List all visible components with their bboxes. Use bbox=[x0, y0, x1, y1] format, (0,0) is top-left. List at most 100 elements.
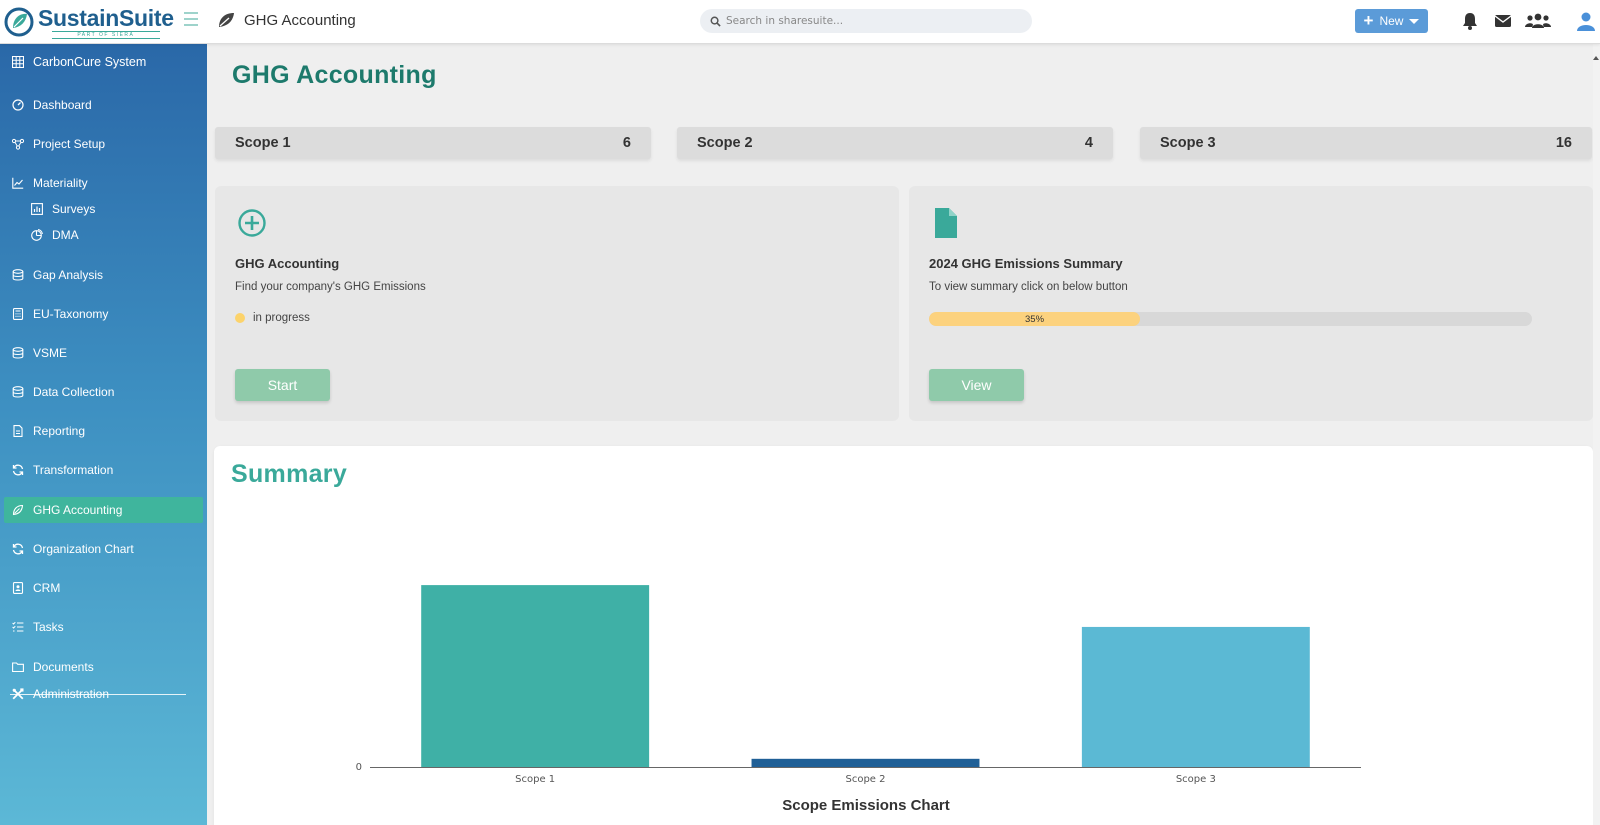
caret-down-icon bbox=[1409, 18, 1420, 24]
database-icon bbox=[12, 347, 24, 359]
sidebar-item-label: DMA bbox=[52, 228, 79, 242]
folder-icon bbox=[12, 661, 24, 673]
sidebar: CarbonCure System Dashboard Project Setu… bbox=[0, 44, 207, 825]
grid-icon bbox=[11, 55, 25, 69]
sidebar-item-label: Reporting bbox=[33, 424, 86, 438]
scope-label: Scope 3 bbox=[1160, 135, 1216, 151]
sidebar-item-carboncure-system[interactable]: CarbonCure System bbox=[0, 49, 207, 75]
sidebar-item-documents[interactable]: Documents bbox=[0, 654, 207, 680]
sidebar-item-administration[interactable]: Administration bbox=[0, 681, 207, 707]
sidebar-item-label: CarbonCure System bbox=[33, 55, 147, 69]
sidebar-item-surveys[interactable]: Surveys bbox=[0, 196, 207, 222]
scope-label: Scope 1 bbox=[235, 135, 291, 151]
gauge-icon bbox=[12, 99, 24, 111]
poll-icon bbox=[31, 203, 43, 215]
page-breadcrumb: GHG Accounting bbox=[216, 10, 356, 30]
sidebar-item-label: GHG Accounting bbox=[33, 503, 123, 517]
contact-icon bbox=[12, 582, 24, 594]
sidebar-item-data-collection[interactable]: Data Collection bbox=[0, 379, 207, 405]
sidebar-item-transformation[interactable]: Transformation bbox=[0, 457, 207, 483]
plus-circle-icon bbox=[238, 209, 266, 237]
sidebar-item-eu-taxonomy[interactable]: EU-Taxonomy bbox=[0, 301, 207, 327]
sidebar-item-materiality[interactable]: Materiality bbox=[0, 170, 207, 196]
panel-description: To view summary click on below button bbox=[929, 281, 1128, 293]
progress-bar: 35% bbox=[929, 312, 1532, 326]
plus-icon: + bbox=[1363, 11, 1374, 30]
sidebar-item-label: Data Collection bbox=[33, 385, 115, 399]
sidebar-item-organization-chart[interactable]: Organization Chart bbox=[0, 536, 207, 562]
status-text: in progress bbox=[253, 312, 310, 324]
brand-name: SustainSuite bbox=[38, 5, 174, 31]
scroll-up-icon[interactable] bbox=[1593, 56, 1599, 60]
summary-panel: Summary Scope 1 Scope 2 Scope 3 0 Scope Emis… bbox=[214, 446, 1593, 825]
leaf-icon bbox=[12, 504, 24, 516]
x-tick-label: Scope 3 bbox=[1176, 774, 1216, 785]
tools-icon bbox=[12, 688, 24, 700]
sidebar-item-project-setup[interactable]: Project Setup bbox=[0, 131, 207, 157]
brand-logo[interactable]: SustainSuite PART OF SIERA bbox=[4, 2, 176, 42]
sidebar-item-reporting[interactable]: Reporting bbox=[0, 418, 207, 444]
sidebar-item-label: Gap Analysis bbox=[33, 268, 104, 282]
scrollbar[interactable] bbox=[1593, 44, 1600, 825]
panel-description: Find your company's GHG Emissions bbox=[235, 281, 426, 293]
file-icon bbox=[12, 425, 24, 437]
sidebar-item-crm[interactable]: CRM bbox=[0, 575, 207, 601]
sidebar-item-label: Dashboard bbox=[33, 98, 92, 112]
start-button[interactable]: Start bbox=[235, 369, 330, 401]
sidebar-item-vsme[interactable]: VSME bbox=[0, 340, 207, 366]
sidebar-item-tasks[interactable]: Tasks bbox=[0, 614, 207, 640]
scope-card-1[interactable]: Scope 1 6 bbox=[215, 127, 651, 159]
nodes-icon bbox=[11, 138, 25, 150]
scope-label: Scope 2 bbox=[697, 135, 753, 151]
x-tick-label: Scope 2 bbox=[845, 774, 885, 785]
sidebar-item-label: Transformation bbox=[33, 463, 114, 477]
chart-bar-3[interactable] bbox=[1081, 626, 1310, 767]
page-title: GHG Accounting bbox=[232, 61, 437, 89]
sidebar-item-label: Surveys bbox=[52, 202, 96, 216]
sidebar-item-dma[interactable]: DMA bbox=[0, 222, 207, 248]
status-indicator: in progress bbox=[235, 312, 310, 324]
sidebar-item-label: CRM bbox=[33, 581, 61, 595]
scope-value: 4 bbox=[1084, 135, 1093, 151]
sidebar-item-label: EU-Taxonomy bbox=[33, 307, 109, 321]
scope-card-3[interactable]: Scope 3 16 bbox=[1140, 127, 1592, 159]
ghg-accounting-panel: GHG Accounting Find your company's GHG E… bbox=[215, 186, 899, 421]
menu-toggle-icon[interactable] bbox=[184, 12, 198, 26]
leaf-icon bbox=[219, 13, 234, 27]
x-tick-label: Scope 1 bbox=[515, 774, 555, 785]
sidebar-item-label: Materiality bbox=[33, 176, 88, 190]
refresh-icon bbox=[12, 543, 24, 555]
scope-value: 16 bbox=[1555, 135, 1572, 151]
sidebar-item-label: Project Setup bbox=[33, 137, 106, 151]
search-input[interactable] bbox=[726, 15, 1016, 27]
page-breadcrumb-label: GHG Accounting bbox=[244, 11, 356, 29]
document-icon bbox=[935, 208, 957, 238]
view-button[interactable]: View bbox=[929, 369, 1024, 401]
y-tick-label: 0 bbox=[356, 762, 362, 773]
sidebar-item-dashboard[interactable]: Dashboard bbox=[0, 92, 207, 118]
bell-icon[interactable] bbox=[1459, 11, 1481, 31]
new-button[interactable]: + New bbox=[1355, 9, 1428, 33]
chart-bar-2[interactable] bbox=[751, 758, 980, 767]
list-check-icon bbox=[12, 621, 24, 633]
sidebar-item-label: Documents bbox=[33, 660, 94, 674]
brand-subtitle: PART OF SIERA bbox=[52, 31, 160, 39]
scope-value: 6 bbox=[622, 135, 631, 151]
status-dot-icon bbox=[235, 313, 245, 323]
sidebar-item-gap-analysis[interactable]: Gap Analysis bbox=[0, 262, 207, 288]
sidebar-item-label: VSME bbox=[33, 346, 68, 360]
envelope-icon[interactable] bbox=[1492, 11, 1514, 31]
scope-emissions-chart: Scope 1 Scope 2 Scope 3 0 Scope Emissions Ch… bbox=[356, 585, 1361, 814]
user-icon[interactable] bbox=[1575, 11, 1597, 31]
users-icon[interactable] bbox=[1525, 11, 1551, 31]
calculator-icon bbox=[12, 308, 24, 320]
chart-title: Scope Emissions Chart bbox=[782, 797, 950, 814]
chart-bar-1[interactable] bbox=[421, 585, 650, 767]
database-icon bbox=[12, 269, 24, 281]
refresh-icon bbox=[12, 464, 24, 476]
sidebar-item-ghg-accounting[interactable]: GHG Accounting bbox=[4, 497, 203, 523]
progress-fill: 35% bbox=[929, 312, 1141, 326]
scope-card-2[interactable]: Scope 2 4 bbox=[677, 127, 1113, 159]
panel-title: GHG Accounting bbox=[235, 256, 340, 271]
sidebar-item-label: Organization Chart bbox=[33, 542, 134, 556]
